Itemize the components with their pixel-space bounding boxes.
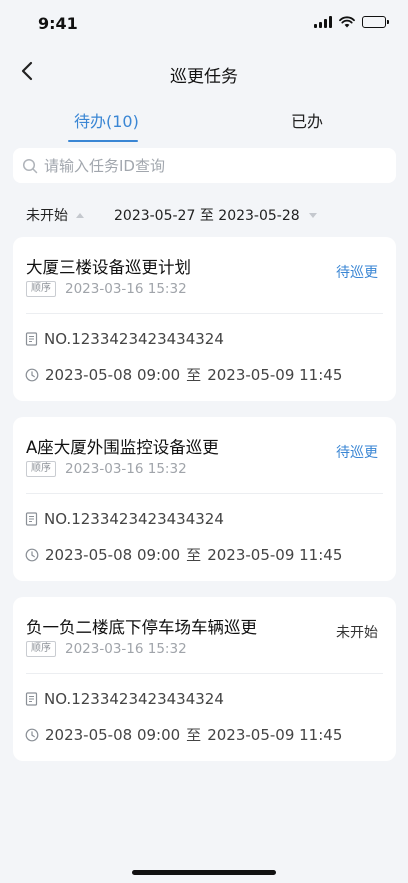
task-number: NO.1233423423434324 (44, 510, 224, 528)
wifi-icon (339, 16, 355, 28)
document-icon (25, 512, 38, 526)
document-icon (25, 692, 38, 706)
task-status-badge: 未开始 (336, 625, 378, 641)
task-meta: 顺序 2023-03-16 15:32 (26, 641, 187, 657)
task-time-row: 2023-05-08 09:00 至 2023-05-09 11:45 (25, 544, 342, 565)
task-number: NO.1233423423434324 (44, 690, 224, 708)
date-range-filter[interactable]: 2023-05-27 至 2023-05-28 (114, 205, 317, 225)
task-card[interactable]: 大厦三楼设备巡更计划 待巡更 顺序 2023-03-16 15:32 NO.12… (13, 237, 396, 401)
clock-icon (25, 548, 39, 561)
battery-icon (362, 16, 389, 28)
status-time: 9:41 (38, 14, 78, 33)
clock-icon (25, 368, 39, 381)
task-end-time: 2023-05-09 11:45 (207, 365, 343, 384)
start-date: 2023-05-27 (114, 208, 196, 224)
time-separator: 至 (186, 366, 202, 384)
divider (26, 313, 383, 314)
task-end-time: 2023-05-09 11:45 (207, 725, 343, 744)
order-tag: 顺序 (26, 281, 56, 297)
signal-icon (314, 16, 332, 28)
home-indicator (132, 870, 276, 875)
divider (26, 673, 383, 674)
caret-up-icon (76, 212, 84, 218)
task-time-row: 2023-05-08 09:00 至 2023-05-09 11:45 (25, 364, 342, 385)
time-separator: 至 (186, 726, 202, 744)
status-icons (314, 16, 389, 28)
task-number-row: NO.1233423423434324 (25, 330, 224, 348)
page-title: 巡更任务 (170, 67, 238, 87)
tab-active-indicator (68, 140, 138, 142)
task-title: 大厦三楼设备巡更计划 (26, 258, 191, 277)
created-time: 2023-03-16 15:32 (65, 461, 187, 477)
caret-down-icon (308, 212, 317, 218)
search-bar[interactable] (13, 148, 396, 183)
clock-icon (25, 728, 39, 741)
range-separator: 至 (199, 208, 214, 224)
task-number: NO.1233423423434324 (44, 330, 224, 348)
tab-todo[interactable]: 待办(10) (74, 108, 139, 132)
task-start-time: 2023-05-08 09:00 (45, 365, 181, 384)
task-title: A座大厦外围监控设备巡更 (26, 438, 219, 457)
task-status-badge: 待巡更 (336, 445, 378, 461)
order-tag: 顺序 (26, 641, 56, 657)
date-range-text: 2023-05-27 至 2023-05-28 (114, 205, 300, 225)
task-start-time: 2023-05-08 09:00 (45, 725, 181, 744)
task-time-row: 2023-05-08 09:00 至 2023-05-09 11:45 (25, 724, 342, 745)
task-card[interactable]: 负一负二楼底下停车场车辆巡更 未开始 顺序 2023-03-16 15:32 N… (13, 597, 396, 761)
divider (26, 493, 383, 494)
task-number-row: NO.1233423423434324 (25, 690, 224, 708)
document-icon (25, 332, 38, 346)
task-card[interactable]: A座大厦外围监控设备巡更 待巡更 顺序 2023-03-16 15:32 NO.… (13, 417, 396, 581)
tab-done[interactable]: 已办 (291, 108, 323, 132)
status-bar: 9:41 (0, 0, 408, 48)
search-icon (22, 158, 38, 173)
time-separator: 至 (186, 546, 202, 564)
order-tag: 顺序 (26, 461, 56, 477)
search-input[interactable] (44, 156, 364, 175)
task-title: 负一负二楼底下停车场车辆巡更 (26, 618, 257, 637)
filter-bar: 未开始 2023-05-27 至 2023-05-28 (0, 200, 408, 230)
created-time: 2023-03-16 15:32 (65, 281, 187, 297)
task-status-badge: 待巡更 (336, 265, 378, 281)
task-meta: 顺序 2023-03-16 15:32 (26, 461, 187, 477)
status-filter-label: 未开始 (26, 208, 68, 224)
end-date: 2023-05-28 (218, 208, 300, 224)
task-start-time: 2023-05-08 09:00 (45, 545, 181, 564)
created-time: 2023-03-16 15:32 (65, 641, 187, 657)
status-filter[interactable]: 未开始 (26, 205, 84, 225)
nav-bar: 巡更任务 (0, 48, 408, 98)
task-end-time: 2023-05-09 11:45 (207, 545, 343, 564)
task-meta: 顺序 2023-03-16 15:32 (26, 281, 187, 297)
tab-bar: 待办(10) 已办 (0, 104, 408, 154)
task-number-row: NO.1233423423434324 (25, 510, 224, 528)
